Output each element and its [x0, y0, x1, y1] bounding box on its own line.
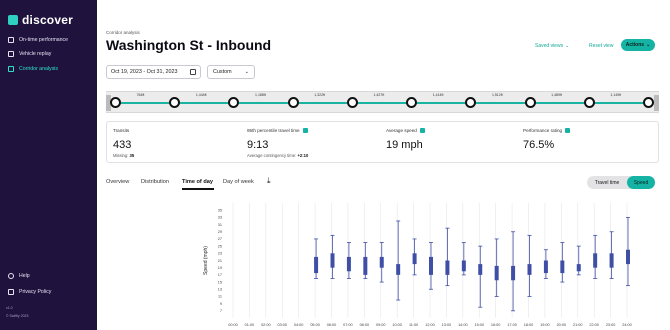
y-tick-label: 11: [218, 295, 222, 299]
box-body: [593, 253, 598, 268]
x-tick-label: 03:00: [277, 323, 287, 327]
x-tick-label: 14:00: [458, 323, 468, 327]
y-tick-label: 7: [220, 309, 222, 313]
x-tick-label: 12:00: [425, 323, 435, 327]
x-tick-label: 10:00: [392, 323, 402, 327]
x-tick-label: 24:00: [622, 323, 632, 327]
x-tick-label: 05:00: [310, 323, 320, 327]
x-tick-label: 07:00: [343, 323, 353, 327]
y-tick-label: 33: [218, 216, 222, 220]
x-tick-label: 18:00: [524, 323, 534, 327]
box-body: [379, 256, 384, 268]
x-tick-label: 02:00: [261, 323, 271, 327]
x-tick-label: 22:00: [589, 323, 599, 327]
x-tick-label: 21:00: [573, 323, 583, 327]
box-body: [511, 265, 516, 281]
box-body: [330, 253, 335, 268]
box-body: [560, 260, 565, 274]
box-body: [346, 256, 351, 272]
x-tick-label: 15:00: [474, 323, 484, 327]
x-tick-label: 09:00: [376, 323, 386, 327]
box-body: [576, 264, 581, 272]
x-tick-label: 13:00: [442, 323, 452, 327]
box-body: [626, 249, 630, 265]
y-tick-label: 35: [218, 208, 222, 212]
y-tick-label: 27: [218, 237, 222, 241]
x-tick-label: 08:00: [360, 323, 370, 327]
x-tick-label: 01:00: [245, 323, 255, 327]
box-body: [429, 256, 433, 275]
box-body: [445, 260, 450, 275]
box-body: [609, 253, 614, 268]
x-tick-label: 16:00: [491, 323, 501, 327]
y-tick-label: 19: [218, 266, 222, 270]
y-tick-label: 17: [218, 273, 222, 277]
x-tick-label: 19:00: [540, 323, 550, 327]
y-tick-label: 21: [218, 259, 222, 263]
speed-by-hour-chart: 7 9 11 13 15 17 19 21 23 25 27 29 31 33 35 Speed (mph) 0…: [203, 203, 632, 327]
box-body: [396, 264, 401, 275]
box-body: [494, 265, 499, 281]
x-tick-label: 06:00: [327, 323, 337, 327]
box-body: [461, 260, 466, 272]
box-body: [478, 264, 483, 275]
x-tick-label: 23:00: [606, 323, 616, 327]
box-body: [543, 260, 548, 274]
y-tick-label: 15: [218, 280, 222, 284]
y-tick-label: 29: [218, 230, 222, 234]
y-axis-label: Speed (mph): [203, 246, 209, 275]
box-body: [314, 256, 319, 274]
y-tick-label: 13: [218, 288, 222, 292]
x-tick-label: 20:00: [557, 323, 567, 327]
x-tick-label: 11:00: [409, 323, 418, 327]
box-body: [527, 264, 532, 275]
box-body: [412, 253, 417, 265]
x-tick-label: 17:00: [507, 323, 517, 327]
y-tick-label: 25: [218, 244, 222, 248]
y-tick-label: 31: [218, 223, 222, 227]
box-body: [363, 256, 368, 275]
x-tick-label: 04:00: [294, 323, 304, 327]
y-tick-label: 9: [220, 302, 222, 306]
y-tick-label: 23: [218, 252, 222, 256]
x-tick-label: 00:00: [228, 323, 238, 327]
